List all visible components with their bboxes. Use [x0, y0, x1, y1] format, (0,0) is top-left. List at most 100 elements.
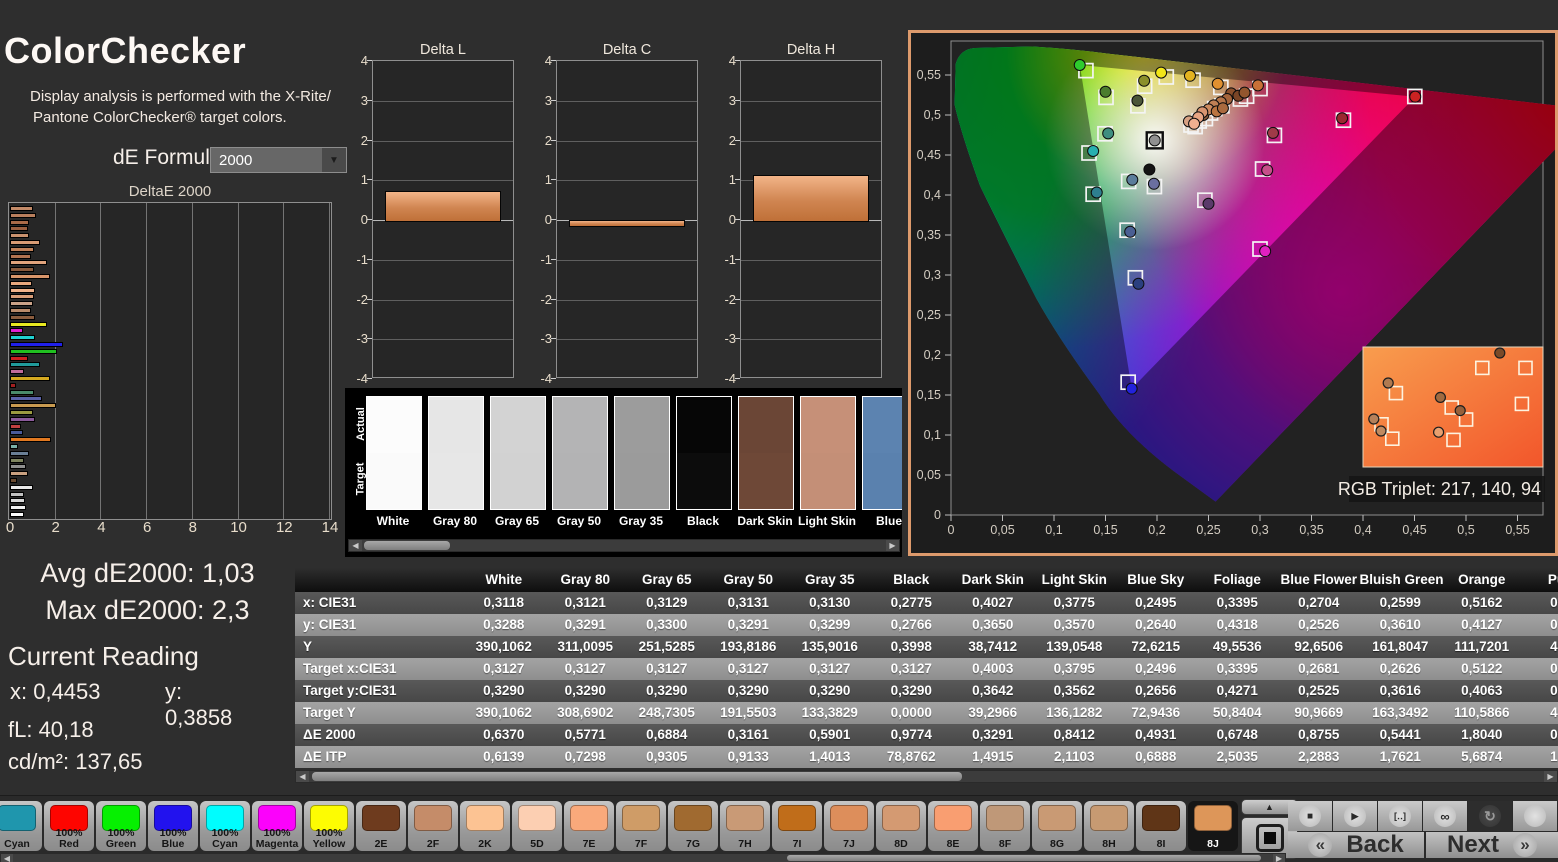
patch-color-chip — [466, 805, 504, 831]
patch-swatch — [738, 396, 794, 510]
scroll-right-icon[interactable]: ▶ — [1273, 854, 1285, 862]
axis-tick-label: 3 — [360, 92, 368, 108]
deltae-bar — [10, 240, 40, 245]
chevron-down-icon[interactable]: ▼ — [322, 148, 346, 172]
scroll-right-icon[interactable]: ▶ — [1544, 771, 1557, 782]
patch-tile-100-yellow[interactable]: 100% Yellow — [304, 801, 354, 851]
tick-mark — [735, 179, 740, 181]
row-label: Target x:CIE31 — [303, 661, 397, 676]
table-scrollbar-thumb[interactable] — [312, 772, 962, 781]
refresh-button[interactable]: ↻ — [1468, 801, 1512, 831]
patch-tile-7e[interactable]: 7E — [564, 801, 614, 851]
tick-mark — [551, 99, 556, 101]
patch-tile-8e[interactable]: 8E — [928, 801, 978, 851]
patch-tile-100-cyan[interactable]: 100% Cyan — [200, 801, 250, 851]
stop-button[interactable]: ■ — [1288, 801, 1332, 831]
table-cell: 0,3127 — [483, 661, 525, 676]
swatch-scrollbar[interactable]: ◀ ▶ — [348, 539, 900, 552]
patch-tile-2e[interactable]: 2E — [356, 801, 406, 851]
deltae-bar — [10, 491, 24, 497]
patch-tile-100-magenta[interactable]: 100% Magenta — [252, 801, 302, 851]
patch-tile-8j[interactable]: 8J — [1188, 801, 1238, 851]
patch-tile-8h[interactable]: 8H — [1084, 801, 1134, 851]
table-cell: 110,5866 — [1453, 705, 1510, 720]
table-cell: 2,2883 — [1298, 749, 1340, 764]
de-formula-select[interactable]: 2000 ▼ — [210, 147, 347, 173]
deltae-bar — [10, 246, 34, 252]
patch-tile-5d[interactable]: 5D — [512, 801, 562, 851]
column-header: Gray 65 — [641, 572, 692, 587]
patch-tile-100-green[interactable]: 100% Green — [96, 801, 146, 851]
scroll-right-icon[interactable]: ▶ — [886, 540, 899, 551]
table-cell: 248,7305 — [638, 705, 695, 720]
record-button[interactable] — [1513, 801, 1557, 831]
patch-tile-cyan[interactable]: Cyan — [0, 801, 42, 851]
swatch-scrollbar-thumb[interactable] — [364, 541, 450, 550]
play-button[interactable]: ▶ — [1333, 801, 1377, 831]
next-button[interactable]: Next » — [1426, 831, 1558, 858]
table-scrollbar[interactable]: ◀ ▶ — [295, 770, 1558, 783]
deltae-bar — [10, 437, 52, 443]
table-cell: 72,9436 — [1131, 705, 1181, 720]
record-button-icon — [1524, 805, 1546, 827]
patch-tile-7h[interactable]: 7H — [720, 801, 770, 851]
table-row: Target x:CIE31 0,3127 0,3127 0,3127 0,3127 0,… — [295, 658, 1558, 680]
patch-tile-8g[interactable]: 8G — [1032, 801, 1082, 851]
toolbar-scrollbar[interactable]: ◀ ▶ — [0, 853, 1286, 862]
patch-tile-8f[interactable]: 8F — [980, 801, 1030, 851]
svg-text:0,5: 0,5 — [1457, 523, 1474, 537]
patch-color-chip — [882, 805, 920, 831]
patch-tile-100-red[interactable]: 100% Red — [44, 801, 94, 851]
patch-tile-label: Cyan — [4, 837, 30, 850]
swatch-label: Black — [686, 514, 720, 528]
gridline — [191, 203, 193, 519]
gridline — [557, 180, 697, 182]
patch-tile-8i[interactable]: 8I — [1136, 801, 1186, 851]
patch-tile-8d[interactable]: 8D — [876, 801, 926, 851]
single-measure-button[interactable]: [‥] — [1378, 801, 1422, 831]
continuous-measure-button[interactable]: ∞ — [1423, 801, 1467, 831]
axis-tick-label: 1 — [728, 172, 736, 188]
axis-tick-label: 2 — [51, 519, 60, 536]
axis-tick-label: 14 — [321, 519, 339, 536]
svg-text:0,2: 0,2 — [1148, 523, 1165, 537]
patch-tile-7j[interactable]: 7J — [824, 801, 874, 851]
svg-text:0,35: 0,35 — [1299, 523, 1323, 537]
column-header: Dark Skin — [961, 572, 1024, 587]
patch-tile-100-blue[interactable]: 100% Blue — [148, 801, 198, 851]
gridline — [329, 203, 330, 519]
deltae2000-chart-title: DeltaE 2000 — [128, 183, 212, 200]
patch-color-chip — [674, 805, 712, 831]
scroll-left-icon[interactable]: ◀ — [296, 771, 309, 782]
svg-text:0,1: 0,1 — [1045, 523, 1062, 537]
patch-tile-7f[interactable]: 7F — [616, 801, 666, 851]
table-cell: 0,3127 — [809, 661, 851, 676]
patch-color-chip — [1090, 805, 1128, 831]
deltae-bar — [10, 382, 16, 388]
patch-tile-7g[interactable]: 7G — [668, 801, 718, 851]
scroll-left-icon[interactable]: ◀ — [1, 854, 13, 862]
swatch-label: Dark Skin — [737, 514, 793, 528]
deltae-bar — [10, 226, 29, 232]
deltae-bar — [10, 274, 50, 279]
cie-1976-chart-panel: CIE 1976 u'v' 00,050,10,150,20,250,30,35… — [908, 30, 1558, 556]
table-cell: 0,2681 — [1298, 661, 1340, 676]
axis-tick-label: 10 — [230, 519, 247, 536]
table-cell: 0,3290 — [809, 683, 851, 698]
patch-tile-2k[interactable]: 2K — [460, 801, 510, 851]
scroll-left-icon[interactable]: ◀ — [349, 540, 362, 551]
table-cell: 0,2599 — [1379, 595, 1421, 610]
gridline — [283, 203, 285, 519]
swatch-label: Gray 80 — [432, 514, 478, 528]
back-button[interactable]: « Back — [1288, 831, 1424, 858]
gridline — [146, 203, 148, 519]
gridline — [373, 299, 513, 301]
toolbar-scrollbar-thumb[interactable] — [787, 855, 1261, 861]
table-cell: 0,5771 — [564, 727, 606, 742]
patch-tile-7i[interactable]: 7I — [772, 801, 822, 851]
table-cell: 0,3118 — [483, 595, 525, 610]
patch-tile-2f[interactable]: 2F — [408, 801, 458, 851]
table-cell: 136,1282 — [1046, 705, 1103, 720]
column-header: Blue Flower — [1280, 572, 1357, 587]
patch-color-chip — [570, 805, 608, 831]
